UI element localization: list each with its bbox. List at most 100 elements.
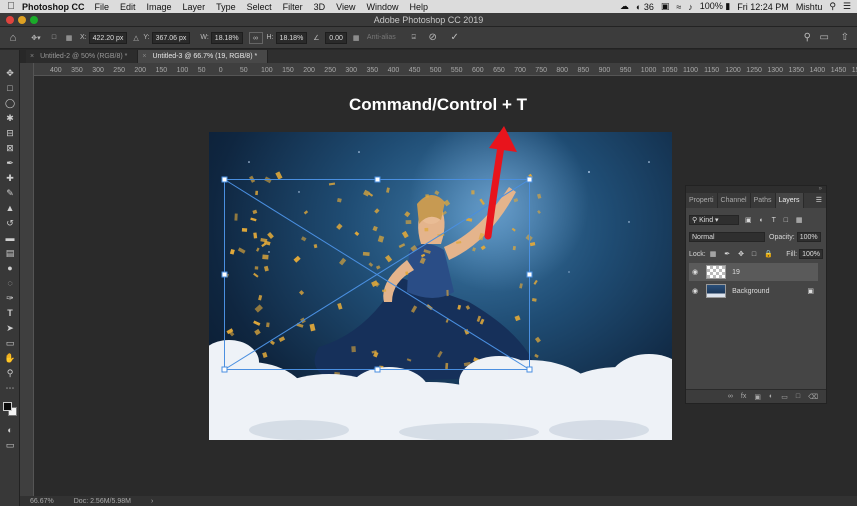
fill-input[interactable]: 100% — [799, 249, 823, 259]
adjustment-layer-icon[interactable]: ◐ — [769, 393, 773, 400]
airplay-icon[interactable]: ▣ — [661, 1, 670, 12]
frame-tool-icon[interactable]: ⊠ — [2, 141, 18, 155]
close-tab-icon[interactable]: × — [142, 53, 146, 60]
menu-view[interactable]: View — [336, 2, 355, 12]
rotate-angle-input[interactable]: 0.00 — [325, 31, 347, 44]
reference-point-grid-icon[interactable]: ▦ — [62, 34, 76, 42]
quick-select-tool-icon[interactable]: ✱ — [2, 111, 18, 125]
move-tool-preset-icon[interactable]: ✥▾ — [26, 34, 46, 42]
zoom-tool-icon[interactable]: ⚲ — [2, 366, 18, 380]
search-icon[interactable]: ⚲ — [804, 32, 811, 43]
delete-layer-icon[interactable]: ⌫ — [808, 393, 818, 401]
brush-tool-icon[interactable]: ✎ — [2, 186, 18, 200]
volume-icon[interactable]: ♪ — [688, 2, 693, 12]
gradient-tool-icon[interactable]: ▤ — [2, 246, 18, 260]
creative-cloud-icon[interactable]: ☁ — [620, 1, 629, 12]
delta-icon[interactable]: △ — [133, 34, 139, 42]
interpolation-icon[interactable]: ▦ — [353, 34, 367, 42]
quick-mask-icon[interactable]: ◐ — [2, 423, 18, 437]
height-input[interactable]: 18.18% — [275, 31, 308, 44]
close-tab-icon[interactable]: × — [30, 53, 34, 60]
lock-icons[interactable]: ▦ ✒ ✥ □ 🔒 — [710, 250, 776, 258]
menu-3d[interactable]: 3D — [314, 2, 326, 12]
visibility-eye-icon[interactable]: ◉ — [692, 287, 698, 295]
eyedropper-tool-icon[interactable]: ✒ — [2, 156, 18, 170]
menu-edit[interactable]: Edit — [120, 2, 136, 12]
panel-menu-icon[interactable]: ☰ — [816, 193, 826, 208]
control-center-icon[interactable]: ☰ — [843, 1, 851, 12]
opacity-input[interactable]: 100% — [796, 232, 821, 242]
layer-filter-select[interactable]: ⚲ Kind ▾ — [689, 215, 739, 225]
tab-paths[interactable]: Paths — [751, 193, 776, 208]
spotlight-icon[interactable]: ⚲ — [829, 1, 836, 12]
tab-layers[interactable]: Layers — [775, 193, 804, 208]
battery-indicator[interactable]: 100% ▮ — [700, 1, 730, 12]
visibility-eye-icon[interactable]: ◉ — [692, 268, 698, 276]
zoom-level[interactable]: 66.67% — [30, 498, 54, 505]
share-icon[interactable]: ⇧ — [841, 32, 849, 43]
layer-style-icon[interactable]: fx — [741, 393, 746, 400]
tab-channels[interactable]: Channel — [718, 193, 751, 208]
menu-app-name[interactable]: Photoshop CC — [22, 2, 85, 12]
commit-transform-icon[interactable]: ✓ — [444, 32, 466, 43]
minimize-window-icon[interactable] — [18, 16, 26, 24]
new-layer-icon[interactable]: □ — [796, 393, 800, 400]
type-tool-icon[interactable]: T — [2, 306, 18, 320]
dodge-tool-icon[interactable]: ◌ — [2, 276, 18, 290]
notification-badge[interactable]: ◐ 36 — [636, 2, 654, 12]
more-tools-icon[interactable]: ⋯ — [2, 381, 18, 395]
link-layers-icon[interactable]: ∞ — [728, 393, 733, 400]
history-brush-tool-icon[interactable]: ↺ — [2, 216, 18, 230]
add-mask-icon[interactable]: ▣ — [754, 393, 761, 401]
panel-collapse-bar[interactable]: » — [686, 186, 826, 193]
menu-window[interactable]: Window — [366, 2, 398, 12]
link-proportions-icon[interactable]: ∞ — [248, 31, 263, 44]
rectangle-tool-icon[interactable]: ▭ — [2, 336, 18, 350]
eraser-tool-icon[interactable]: ▬ — [2, 231, 18, 245]
filter-icons[interactable]: ▣ ◐ T □ ▦ — [745, 216, 806, 224]
foreground-color-swatch[interactable] — [3, 402, 12, 411]
zoom-window-icon[interactable] — [30, 16, 38, 24]
hand-tool-icon[interactable]: ✋ — [2, 351, 18, 365]
home-icon[interactable]: ⌂ — [0, 32, 26, 44]
warp-mode-icon[interactable]: ⍈ — [406, 34, 422, 42]
y-position-input[interactable]: 367.06 px — [151, 31, 191, 44]
layer-row-background[interactable]: ◉ Background ▣ — [689, 282, 818, 300]
lasso-tool-icon[interactable]: ◯ — [2, 96, 18, 110]
x-position-input[interactable]: 422.20 px — [88, 31, 128, 44]
menu-select[interactable]: Select — [247, 2, 272, 12]
menubar-user[interactable]: Mishtu — [796, 2, 823, 12]
wifi-icon[interactable]: ≈ — [676, 2, 681, 12]
marquee-tool-icon[interactable]: □ — [2, 81, 18, 95]
healing-brush-tool-icon[interactable]: ✚ — [2, 171, 18, 185]
reference-point-toggle-icon[interactable]: □ — [46, 34, 62, 41]
menu-layer[interactable]: Layer — [183, 2, 206, 12]
blur-tool-icon[interactable]: ● — [2, 261, 18, 275]
clone-stamp-tool-icon[interactable]: ▲ — [2, 201, 18, 215]
menu-image[interactable]: Image — [147, 2, 172, 12]
layer-row-19[interactable]: ◉ 19 — [689, 263, 818, 281]
new-group-icon[interactable]: ▭ — [781, 393, 788, 401]
close-window-icon[interactable] — [6, 16, 14, 24]
document-image[interactable] — [209, 132, 672, 440]
menu-file[interactable]: File — [95, 2, 110, 12]
width-input[interactable]: 18.18% — [210, 31, 243, 44]
menubar-clock[interactable]: Fri 12:24 PM — [737, 2, 789, 12]
crop-tool-icon[interactable]: ⊟ — [2, 126, 18, 140]
tab-properties[interactable]: Properti — [686, 193, 718, 208]
cancel-transform-icon[interactable]: ⊘ — [422, 32, 444, 43]
menu-filter[interactable]: Filter — [283, 2, 303, 12]
menu-help[interactable]: Help — [409, 2, 428, 12]
menu-type[interactable]: Type — [216, 2, 236, 12]
apple-icon[interactable]:  — [0, 1, 22, 12]
blend-mode-select[interactable]: Normal — [689, 232, 765, 242]
tab-untitled-2[interactable]: × Untitled-2 @ 50% (RGB/8) * — [26, 50, 139, 63]
pen-tool-icon[interactable]: ✑ — [2, 291, 18, 305]
screen-mode-icon[interactable]: ▭ — [2, 438, 18, 452]
antialias-checkbox[interactable]: Anti-alias — [367, 34, 396, 41]
workspace-icon[interactable]: ▭ — [820, 32, 829, 43]
tab-untitled-3[interactable]: × Untitled-3 @ 66.7% (19, RGB/8) * — [138, 50, 269, 63]
move-tool-icon[interactable]: ✥ — [2, 66, 18, 80]
status-menu-icon[interactable]: › — [151, 498, 153, 505]
path-selection-tool-icon[interactable]: ➤ — [2, 321, 18, 335]
